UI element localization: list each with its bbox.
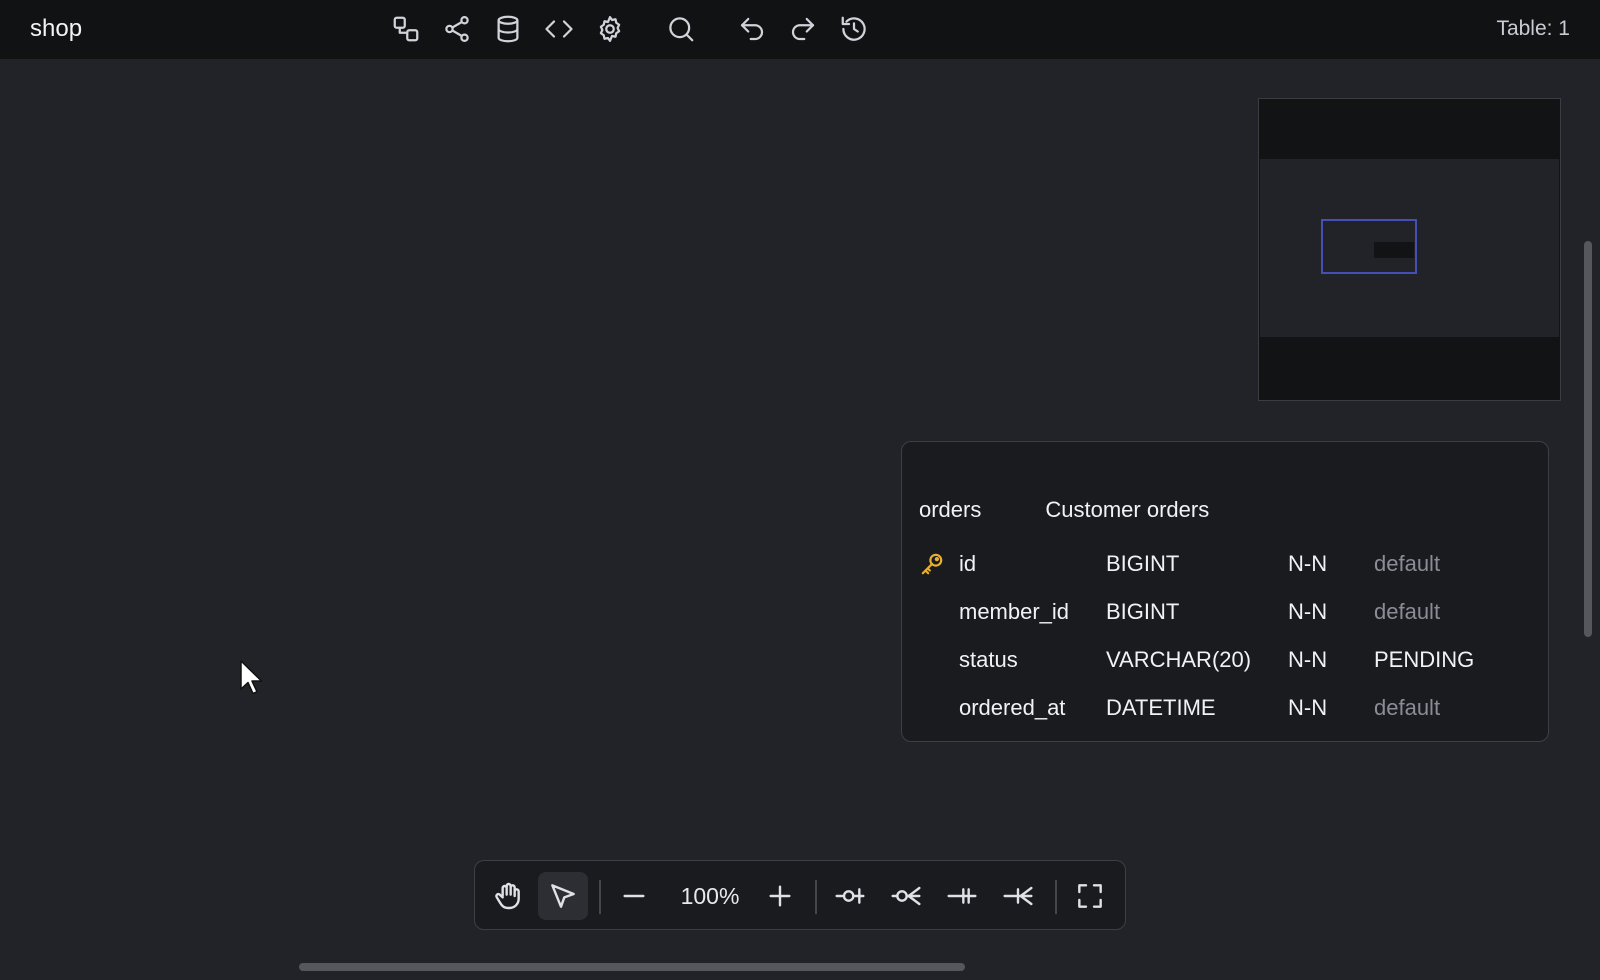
canvas-toolbar: 100%: [474, 860, 1126, 930]
toolbar-divider: [599, 880, 601, 914]
share-icon[interactable]: [439, 11, 475, 47]
code-icon[interactable]: [541, 11, 577, 47]
zero-one-relation-icon[interactable]: [825, 872, 875, 920]
hand-tool-icon[interactable]: [483, 872, 533, 920]
column-row[interactable]: ordered_at DATETIME N-N default: [919, 684, 1539, 732]
settings-icon[interactable]: [592, 11, 628, 47]
search-icon[interactable]: [663, 11, 699, 47]
table-orders[interactable]: orders Customer orders id BIGINT N-N def…: [901, 441, 1549, 742]
key-placeholder: [919, 636, 959, 684]
history-icon[interactable]: [836, 11, 872, 47]
undo-icon[interactable]: [734, 11, 770, 47]
zoom-level[interactable]: 100%: [675, 883, 745, 910]
column-nullability[interactable]: N-N: [1288, 695, 1374, 721]
one-one-relation-icon[interactable]: [937, 872, 987, 920]
mouse-cursor-icon: [240, 660, 263, 695]
column-default[interactable]: default: [1374, 599, 1440, 625]
table-comment[interactable]: Customer orders: [1045, 497, 1209, 523]
column-row[interactable]: id BIGINT N-N default: [919, 540, 1539, 588]
column-default[interactable]: default: [1374, 695, 1440, 721]
column-nullability[interactable]: N-N: [1288, 647, 1374, 673]
key-placeholder: [919, 684, 959, 732]
primary-key-icon: [919, 540, 959, 588]
column-type[interactable]: DATETIME: [1106, 695, 1288, 721]
table-header: orders Customer orders: [919, 497, 1209, 523]
minimap[interactable]: [1258, 98, 1561, 401]
zoom-in-icon[interactable]: [755, 872, 805, 920]
database-icon[interactable]: [490, 11, 526, 47]
redo-icon[interactable]: [785, 11, 821, 47]
column-list: id BIGINT N-N default member_id BIGINT N…: [919, 540, 1539, 732]
column-name[interactable]: member_id: [959, 599, 1106, 625]
fullscreen-icon[interactable]: [1065, 872, 1115, 920]
column-nullability[interactable]: N-N: [1288, 599, 1374, 625]
relations-icon[interactable]: [388, 11, 424, 47]
toolbar-divider: [815, 880, 817, 914]
horizontal-scrollbar[interactable]: [299, 963, 965, 971]
vertical-scrollbar[interactable]: [1584, 241, 1592, 637]
one-many-relation-icon[interactable]: [993, 872, 1043, 920]
column-type[interactable]: BIGINT: [1106, 599, 1288, 625]
diagram-canvas[interactable]: orders Customer orders id BIGINT N-N def…: [0, 59, 1600, 980]
table-name[interactable]: orders: [919, 497, 981, 523]
column-default[interactable]: PENDING: [1374, 647, 1474, 673]
column-row[interactable]: status VARCHAR(20) N-N PENDING: [919, 636, 1539, 684]
column-type[interactable]: BIGINT: [1106, 551, 1288, 577]
column-nullability[interactable]: N-N: [1288, 551, 1374, 577]
toolbar-divider: [1055, 880, 1057, 914]
key-placeholder: [919, 588, 959, 636]
project-name[interactable]: shop: [30, 15, 82, 43]
column-name[interactable]: id: [959, 551, 1106, 577]
column-name[interactable]: ordered_at: [959, 695, 1106, 721]
table-count: Table: 1: [1496, 17, 1570, 40]
column-row[interactable]: member_id BIGINT N-N default: [919, 588, 1539, 636]
top-toolbar: shop Table: 1: [0, 0, 1600, 59]
column-name[interactable]: status: [959, 647, 1106, 673]
column-default[interactable]: default: [1374, 551, 1440, 577]
zoom-out-icon[interactable]: [609, 872, 659, 920]
minimap-viewport[interactable]: [1321, 219, 1417, 274]
select-tool-icon[interactable]: [538, 872, 588, 920]
column-type[interactable]: VARCHAR(20): [1106, 647, 1288, 673]
zero-many-relation-icon[interactable]: [881, 872, 931, 920]
